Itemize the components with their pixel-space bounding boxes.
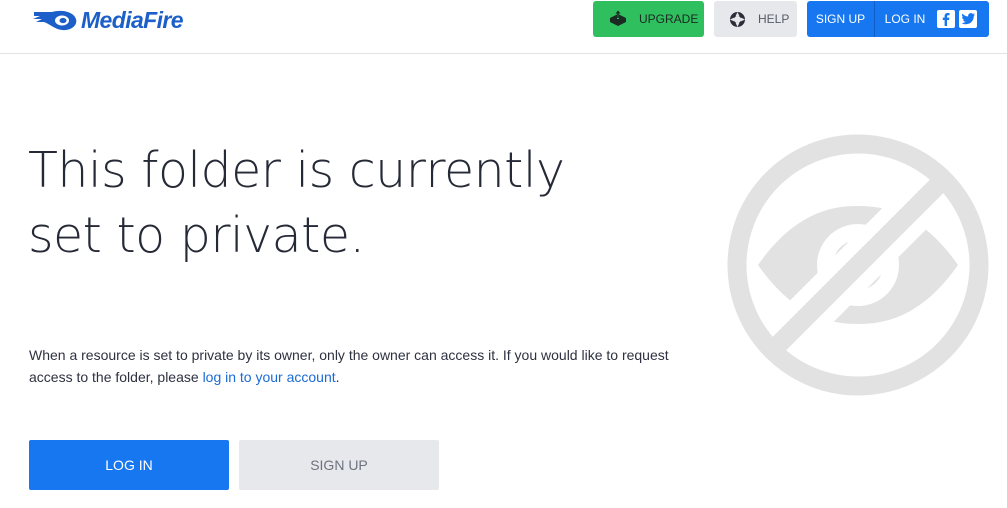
upgrade-icon bbox=[610, 10, 626, 26]
twitter-icon[interactable] bbox=[959, 10, 977, 28]
description-period: . bbox=[335, 369, 340, 385]
signup-button[interactable]: SIGN UP bbox=[239, 440, 439, 490]
page-title-line-1: This folder is currently bbox=[28, 142, 565, 199]
login-button[interactable]: LOG IN bbox=[29, 440, 229, 490]
private-description: When a resource is set to private by its… bbox=[29, 344, 679, 388]
flame-logo-icon bbox=[33, 10, 77, 31]
help-label: HELP bbox=[758, 12, 790, 26]
header-login-button[interactable]: LOG IN bbox=[875, 1, 935, 37]
logo-text: MediaFire bbox=[81, 6, 184, 33]
upgrade-button[interactable]: UPGRADE bbox=[593, 1, 704, 37]
lifebuoy-icon bbox=[730, 11, 745, 27]
private-eye-icon bbox=[727, 134, 989, 396]
mediafire-logo[interactable]: MediaFire bbox=[32, 6, 184, 34]
account-button-group: SIGN UP LOG IN bbox=[807, 1, 989, 37]
help-button[interactable]: HELP bbox=[714, 1, 797, 37]
login-account-link[interactable]: log in to your account bbox=[203, 369, 336, 385]
page-title-line-2: set to private. bbox=[28, 207, 365, 264]
description-text: When a resource is set to private by its… bbox=[29, 347, 669, 385]
header-signup-button[interactable]: SIGN UP bbox=[807, 1, 875, 37]
page-title: This folder is currently set to private. bbox=[28, 138, 648, 268]
upgrade-label: UPGRADE bbox=[639, 12, 699, 26]
site-header: MediaFire UPGRADE HELP SIGN UP LOG IN bbox=[0, 0, 1007, 54]
facebook-icon[interactable] bbox=[937, 10, 955, 28]
